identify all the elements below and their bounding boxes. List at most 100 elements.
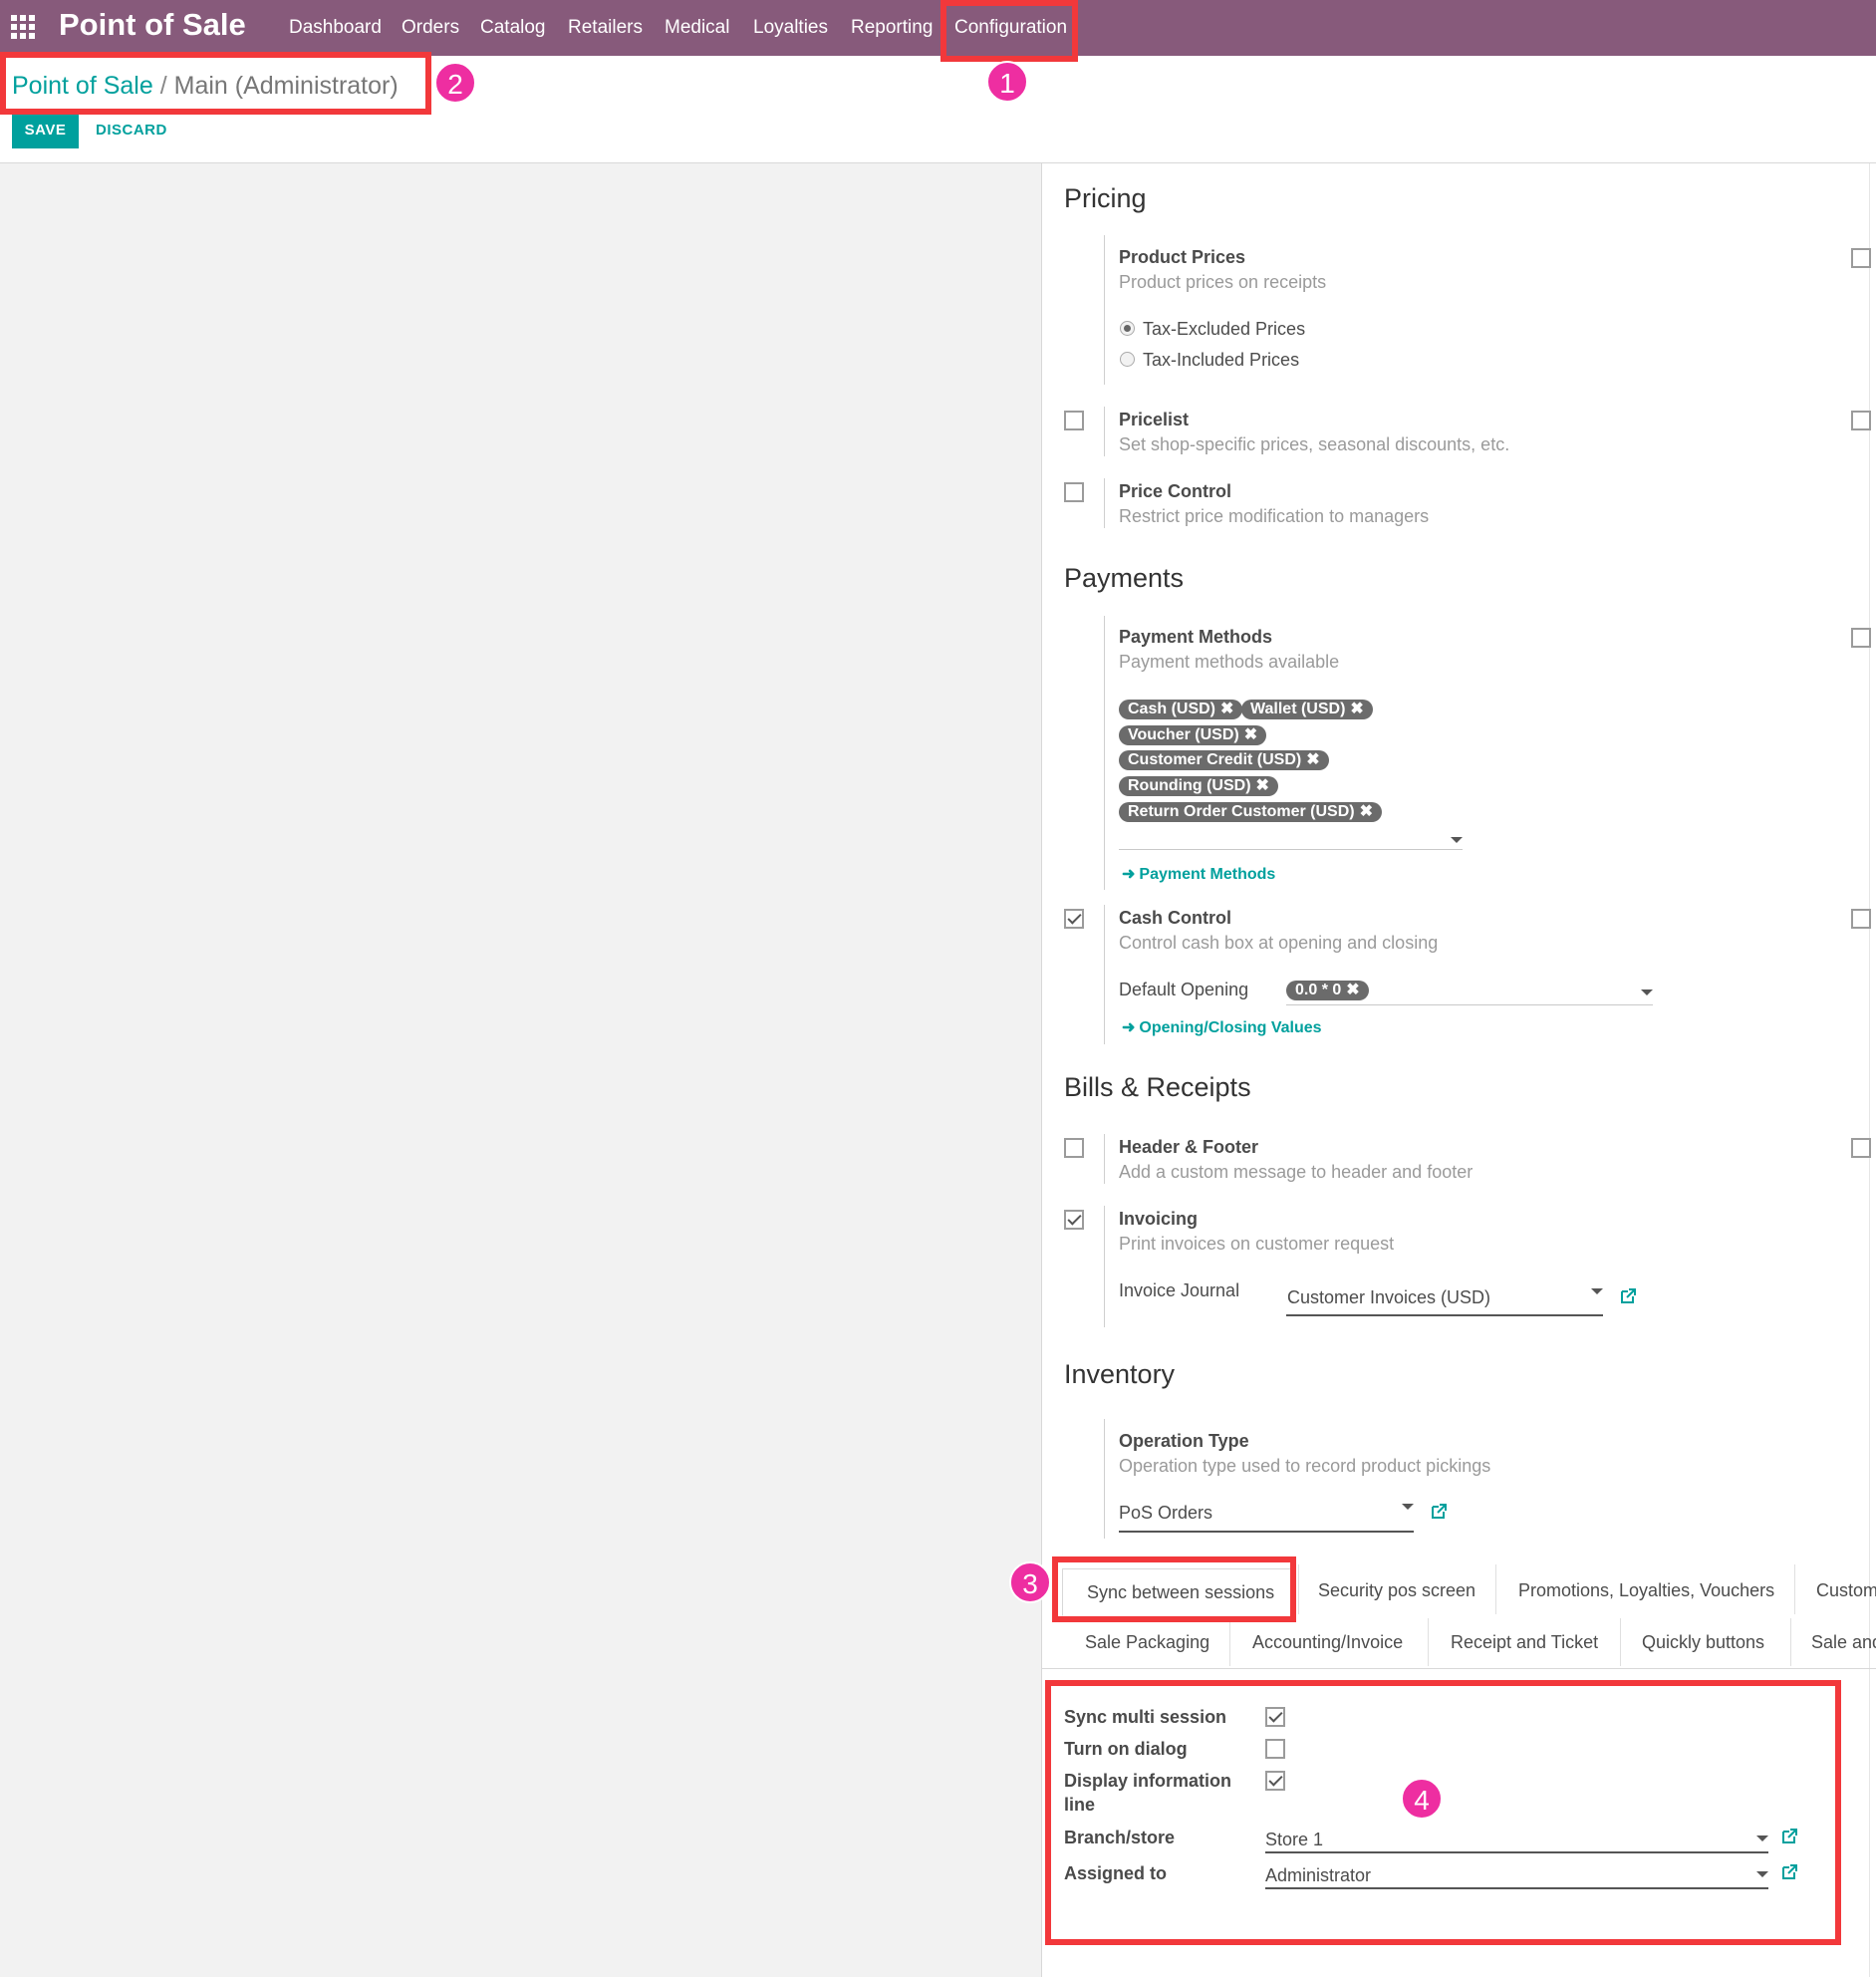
tab-separator [1495,1564,1496,1614]
tag-cash: Cash (USD) ✖ [1119,700,1243,719]
payment-methods-right-checkbox[interactable] [1851,628,1871,648]
tag-label: Return Order Customer (USD) [1128,803,1355,820]
tax-included-radio[interactable] [1120,352,1135,367]
pricelist-checkbox[interactable] [1064,411,1084,430]
pricelist-right-checkbox[interactable] [1851,411,1871,430]
tag-label: Wallet (USD) [1250,701,1346,717]
price-control-label: Price Control [1119,481,1232,501]
tax-excluded-radio[interactable] [1120,321,1135,336]
external-link-icon[interactable] [1620,1287,1637,1304]
price-control-checkbox[interactable] [1064,482,1084,502]
operation-type-desc: Operation type used to record product pi… [1119,1456,1491,1476]
invoice-journal-select[interactable] [1286,1314,1603,1316]
pricelist-label: Pricelist [1119,410,1190,429]
discard-button[interactable]: DISCARD [96,112,167,148]
tag-wallet: Wallet (USD) ✖ [1241,700,1373,719]
annotation-badge-2: 2 [434,62,476,104]
tab-separator [1794,1564,1795,1614]
tab-separator [1298,1564,1299,1614]
chevron-down-icon[interactable] [1591,1288,1603,1294]
menu-reporting[interactable]: Reporting [851,0,933,56]
annotation-badge-3: 3 [1009,1561,1051,1603]
setting-divider [1104,407,1105,456]
menu-retailers[interactable]: Retailers [568,0,643,56]
tag-label: Voucher (USD) [1128,726,1239,743]
menu-dashboard[interactable]: Dashboard [289,0,382,56]
default-opening-input[interactable] [1286,1004,1653,1005]
tax-excluded-label: Tax-Excluded Prices [1143,319,1306,339]
tab-security-pos-screen[interactable]: Security pos screen [1318,1580,1475,1601]
operation-type-value[interactable]: PoS Orders [1119,1503,1212,1524]
setting-divider [1104,616,1105,890]
section-title-payments: Payments [1064,563,1185,593]
menu-orders[interactable]: Orders [402,0,459,56]
header-footer-desc: Add a custom message to header and foote… [1119,1162,1474,1182]
opening-closing-link[interactable]: ➜ Opening/Closing Values [1122,1017,1322,1037]
payment-methods-link-label: Payment Methods [1139,866,1276,883]
tag-return-order-customer: Return Order Customer (USD) ✖ [1119,802,1382,822]
product-prices-right-checkbox[interactable] [1851,248,1871,268]
opening-closing-link-label: Opening/Closing Values [1139,1019,1322,1036]
setting-divider [1104,905,1105,1044]
tab-accounting-invoice[interactable]: Accounting/Invoice [1252,1632,1403,1653]
tag-default-opening: 0.0 * 0 ✖ [1286,981,1369,1000]
left-empty-pane [0,163,1041,1977]
external-link-icon[interactable] [1431,1503,1448,1520]
tag-label: Cash (USD) [1128,701,1216,717]
tab-bar-border [1042,1668,1876,1669]
invoice-journal-label: Invoice Journal [1119,1280,1240,1300]
product-prices-label: Product Prices [1119,247,1246,267]
tab-promotions-loyalties-vouchers[interactable]: Promotions, Loyalties, Vouchers [1518,1580,1774,1601]
payment-methods-link[interactable]: ➜ Payment Methods [1122,864,1275,884]
tag-remove-icon[interactable]: ✖ [1350,701,1363,717]
tag-label: 0.0 * 0 [1295,982,1342,998]
apps-grid-icon[interactable] [11,15,35,39]
tab-quickly-buttons[interactable]: Quickly buttons [1642,1632,1764,1653]
payment-methods-input[interactable] [1119,849,1463,850]
invoicing-desc: Print invoices on customer request [1119,1234,1395,1254]
chevron-down-icon[interactable] [1451,837,1463,843]
tag-remove-icon[interactable]: ✖ [1306,751,1319,768]
chevron-down-icon[interactable] [1402,1504,1414,1510]
setting-divider [1104,1206,1105,1327]
cash-control-right-checkbox[interactable] [1851,909,1871,929]
cash-control-checkbox[interactable] [1064,909,1084,929]
arrow-right-icon: ➜ [1122,1019,1136,1036]
sheet-right-border [1869,163,1870,1977]
menu-catalog[interactable]: Catalog [480,0,546,56]
tag-remove-icon[interactable]: ✖ [1256,777,1269,794]
tab-sale-and[interactable]: Sale and [1811,1632,1876,1653]
tax-included-label: Tax-Included Prices [1143,350,1300,370]
tab-sale-packaging[interactable]: Sale Packaging [1085,1632,1209,1653]
app-title[interactable]: Point of Sale [59,7,246,43]
save-button[interactable]: SAVE [12,112,79,148]
annotation-badge-4: 4 [1401,1778,1443,1820]
invoice-journal-value[interactable]: Customer Invoices (USD) [1287,1287,1490,1308]
operation-type-select[interactable] [1119,1531,1414,1533]
tag-voucher: Voucher (USD) ✖ [1119,725,1267,745]
chevron-down-icon[interactable] [1641,989,1653,995]
tab-separator [1428,1618,1429,1666]
menu-loyalties[interactable]: Loyalties [753,0,828,56]
header-footer-right-checkbox[interactable] [1851,1138,1871,1158]
tag-remove-icon[interactable]: ✖ [1346,982,1359,998]
tab-receipt-and-ticket[interactable]: Receipt and Ticket [1451,1632,1598,1653]
setting-divider [1104,235,1105,385]
invoicing-label: Invoicing [1119,1209,1199,1229]
header-footer-checkbox[interactable] [1064,1138,1084,1158]
tag-remove-icon[interactable]: ✖ [1220,701,1233,717]
invoicing-checkbox[interactable] [1064,1210,1084,1230]
tab-custom[interactable]: Custom [1816,1580,1876,1601]
tag-rounding: Rounding (USD) ✖ [1119,776,1278,796]
menu-medical[interactable]: Medical [665,0,729,56]
tag-customer-credit: Customer Credit (USD) ✖ [1119,750,1329,770]
tag-remove-icon[interactable]: ✖ [1244,726,1257,743]
arrow-right-icon: ➜ [1122,866,1136,883]
tab-separator [1620,1618,1621,1666]
tag-remove-icon[interactable]: ✖ [1360,803,1373,820]
tab-separator [1790,1618,1791,1666]
product-prices-desc: Product prices on receipts [1119,272,1327,292]
setting-divider [1104,1419,1105,1539]
sheet-left-border [1041,163,1042,1977]
annotation-box-breadcrumb [0,52,431,115]
